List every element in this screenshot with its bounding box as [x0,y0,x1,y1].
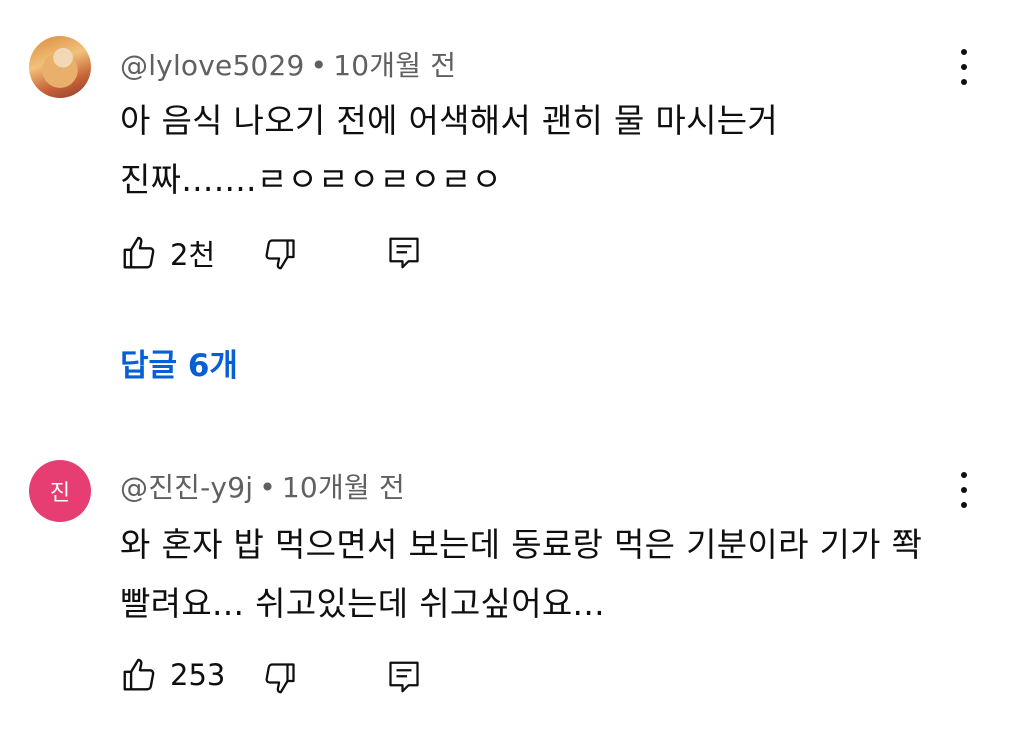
meta-separator: • [259,471,276,504]
like-count: 253 [170,658,226,692]
comment-text-line: 빨려요... 쉬고있는데 쉬고싶어요... [120,584,605,623]
thumbs-up-icon [123,236,155,269]
meta-separator: • [310,49,328,82]
view-replies-link[interactable]: 답글 6개 [120,340,238,385]
author-name[interactable]: @진진-y9j [120,471,253,504]
author-name[interactable]: @lylove5029 [120,49,305,82]
comment-text-line: 와 혼자 밥 먹으면서 보는데 동료랑 먹은 기분이라 기가 쫙 [120,525,923,564]
like-button[interactable]: 2천 [120,232,215,274]
comment-meta: @lylove5029 • 10개월 전 [120,44,456,84]
comment-reply-icon [389,661,419,693]
reply-button[interactable] [386,234,422,272]
thumbs-down-icon [265,239,295,270]
comment-text-line: 진짜.......ㄹㅇㄹㅇㄹㅇㄹㅇ [120,160,503,199]
like-button[interactable]: 253 [120,656,225,694]
thumbs-down-icon [265,663,295,694]
comment-time: 10개월 전 [333,49,457,82]
comment-reply-icon [389,237,419,269]
comment-time: 10개월 전 [281,471,405,504]
comment-text-line: 아 음식 나오기 전에 어색해서 괜히 물 마시는거 [120,101,779,140]
dislike-button[interactable] [262,660,298,696]
comment-meta: @진진-y9j • 10개월 전 [120,466,405,506]
comment-2: 진 @진진-y9j • 10개월 전 와 혼자 밥 먹으면서 보는데 동료랑 먹은 … [0,420,1024,745]
author-avatar[interactable] [29,36,91,98]
author-avatar[interactable]: 진 [29,460,91,522]
like-count: 2천 [170,238,216,272]
reply-button[interactable] [386,658,422,696]
comment-1: @lylove5029 • 10개월 전 아 음식 나오기 전에 어색해서 괜히 물… [0,0,1024,420]
kebab-menu-icon[interactable] [951,470,977,510]
kebab-menu-icon[interactable] [951,47,977,87]
dislike-button[interactable] [262,236,298,272]
thumbs-up-icon [123,658,155,691]
